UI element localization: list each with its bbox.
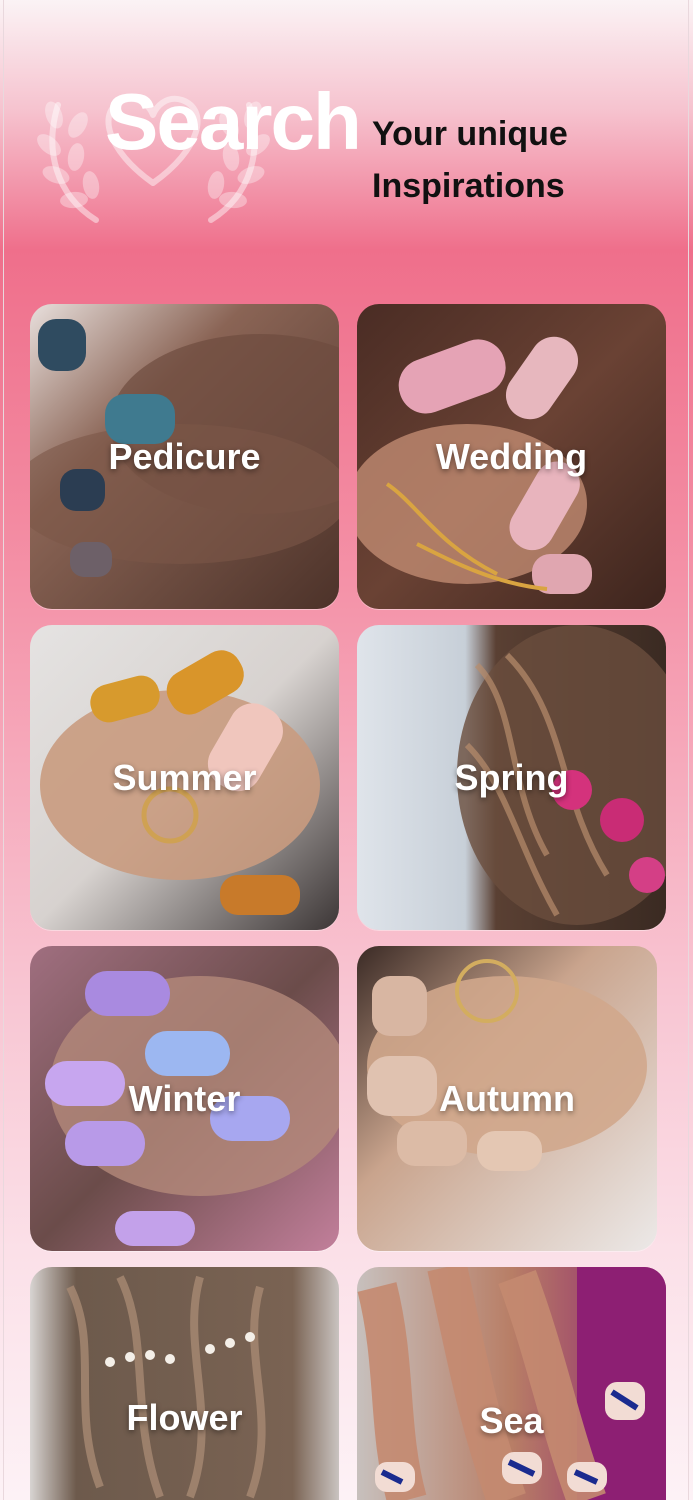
category-label: Pedicure [108,435,261,477]
category-tile-summer[interactable]: Summer [30,625,339,930]
category-tile-wedding[interactable]: Wedding [357,304,666,609]
category-tile-spring[interactable]: Spring [357,625,666,930]
category-tile-winter[interactable]: Winter [30,946,339,1251]
tagline: Your unique Inspirations [372,108,568,212]
category-label: Flower [126,1397,243,1439]
tagline-line-2: Inspirations [372,167,565,205]
category-label: Summer [112,756,257,798]
category-label: Sea [479,1399,544,1441]
flower-photo [30,1267,339,1500]
category-label: Spring [454,756,569,798]
category-tile-pedicure[interactable]: Pedicure [30,304,339,609]
category-label: Wedding [435,435,588,477]
search-title: Search [105,77,362,166]
sea-photo [357,1267,666,1500]
category-label: Winter [128,1077,241,1119]
category-label: Autumn [439,1077,575,1119]
category-tile-flower[interactable]: Flower [30,1267,339,1500]
tagline-line-1: Your unique [372,115,568,153]
category-tile-autumn[interactable]: Autumn [357,946,657,1251]
category-tile-sea[interactable]: Sea [357,1267,666,1500]
header: Search Your unique Inspirations [0,0,693,290]
